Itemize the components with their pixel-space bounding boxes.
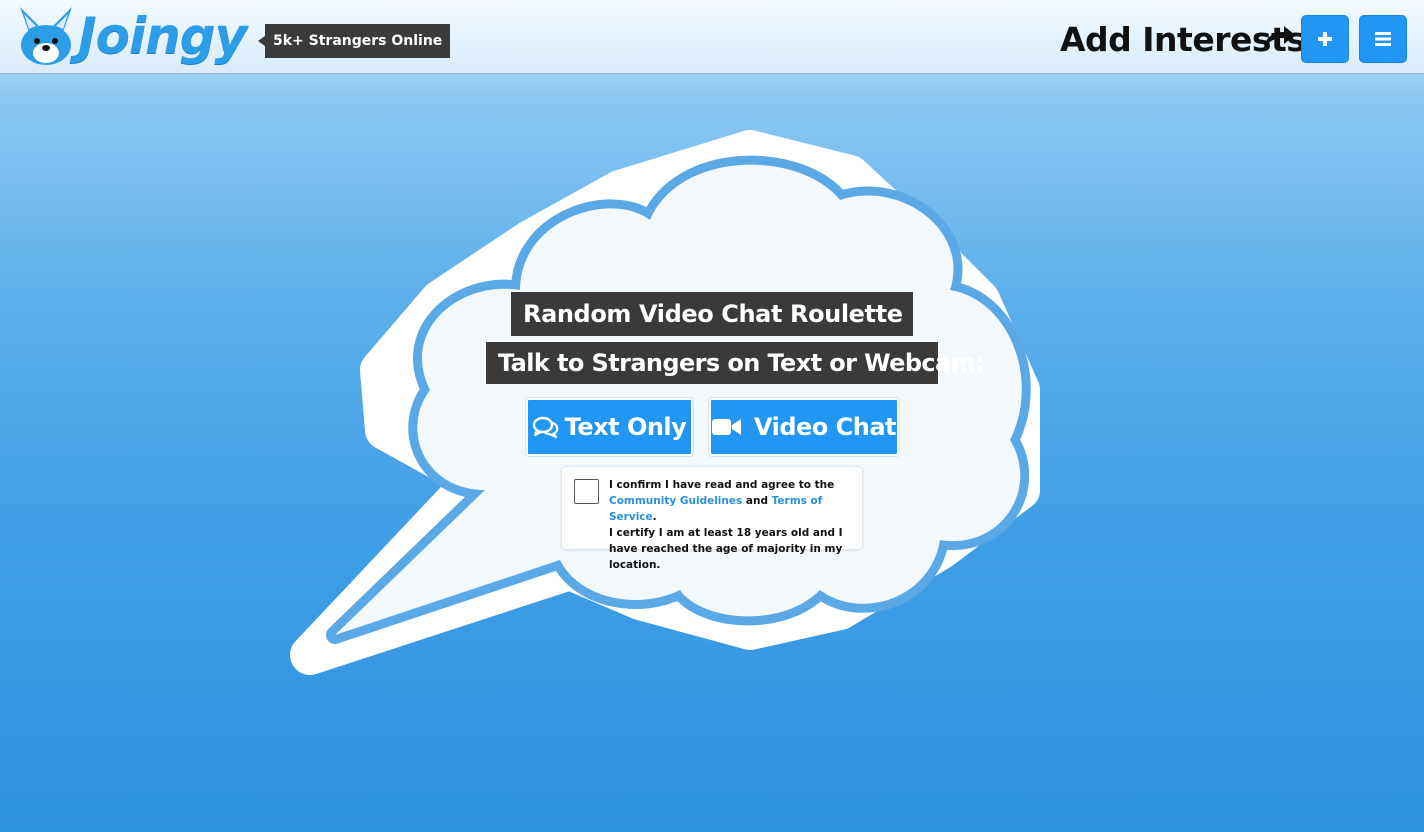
site-header: Joingy 5k+ Strangers Online Add Interest…	[0, 0, 1424, 74]
add-interests-button[interactable]	[1301, 15, 1349, 63]
brand-wordmark[interactable]: Joingy	[78, 6, 247, 66]
page-title: Random Video Chat Roulette	[511, 292, 913, 336]
text-only-button[interactable]: Text Only	[526, 398, 693, 456]
agreement-part1: I confirm I have read and agree to the	[609, 479, 835, 491]
bunny-logo-icon[interactable]	[16, 5, 76, 67]
title-line2-text: Talk to Strangers on Text or Webcam:	[498, 349, 985, 377]
curved-arrow-icon	[1264, 26, 1295, 48]
text-only-label: Text Only	[564, 413, 687, 441]
terms-agreement-box: I confirm I have read and agree to the C…	[561, 466, 863, 571]
online-count-badge: 5k+ Strangers Online	[257, 24, 451, 58]
video-chat-button[interactable]: Video Chat	[709, 398, 899, 456]
agreement-text: I confirm I have read and agree to the C…	[609, 477, 859, 573]
video-camera-icon	[711, 419, 741, 435]
agreement-and: and	[745, 495, 768, 507]
title-line1-text: Random Video Chat Roulette	[523, 300, 903, 328]
video-chat-label: Video Chat	[753, 413, 897, 441]
agreement-part2: I certify I am at least 18 years old and…	[609, 527, 843, 571]
hamburger-menu-icon	[1375, 32, 1391, 46]
agreement-period: .	[652, 511, 657, 523]
menu-button[interactable]	[1359, 15, 1407, 63]
community-guidelines-link[interactable]: Community Guidelines	[609, 495, 742, 507]
page-subtitle: Talk to Strangers on Text or Webcam:	[486, 342, 985, 384]
plus-icon	[1318, 32, 1332, 46]
agree-checkbox[interactable]	[574, 479, 599, 504]
chat-bubbles-icon	[532, 416, 558, 438]
